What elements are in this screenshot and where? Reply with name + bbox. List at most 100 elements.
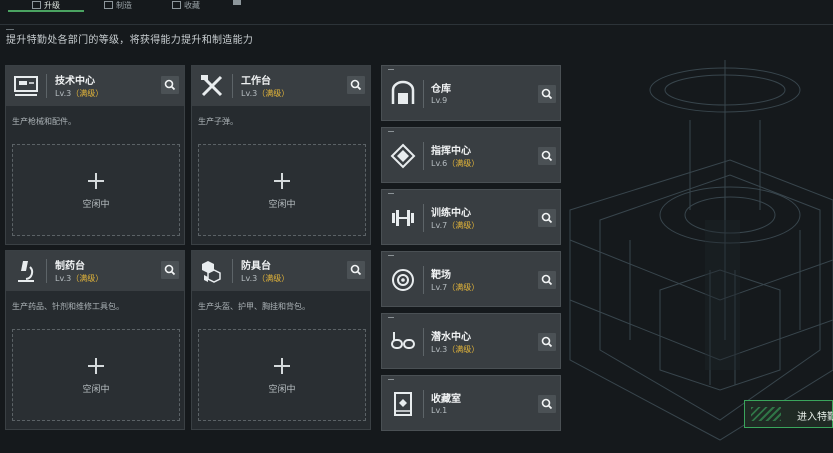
plus-icon bbox=[88, 173, 104, 189]
card-level: Lv.3（满级） bbox=[55, 273, 103, 284]
card-armor-bench[interactable]: 防具台 Lv.3（满级） 生产头盔、护甲、胸挂和背包。 空闲中 bbox=[191, 250, 371, 430]
level-value: Lv.7 bbox=[431, 221, 448, 230]
card-description: 生产枪械和配件。 bbox=[12, 117, 76, 126]
facility-warehouse[interactable]: 仓库 Lv.9 bbox=[381, 65, 561, 121]
card-pharmacy[interactable]: 制药台 Lv.3（满级） 生产药品、针剂和维修工具包。 空闲中 bbox=[5, 250, 185, 430]
search-button[interactable] bbox=[347, 261, 365, 279]
slot-status: 空闲中 bbox=[82, 385, 110, 395]
facility-command-center[interactable]: 指挥中心 Lv.6（满级） bbox=[381, 127, 561, 183]
facility-level: Lv.7（满级） bbox=[431, 220, 479, 231]
card-header: 工作台 Lv.3（满级） bbox=[192, 66, 370, 106]
level-value: Lv.3 bbox=[241, 274, 258, 283]
magnifier-icon bbox=[541, 212, 553, 224]
slot-status: 空闲中 bbox=[268, 385, 296, 395]
production-slot[interactable]: 空闲中 bbox=[12, 144, 180, 236]
craft-icon bbox=[104, 1, 113, 9]
magnifier-icon bbox=[541, 336, 553, 348]
search-button[interactable] bbox=[538, 209, 556, 227]
card-name: 工作台 bbox=[241, 76, 271, 87]
search-button[interactable] bbox=[538, 85, 556, 103]
enter-special-ops-button[interactable]: 进入特勤 bbox=[744, 400, 833, 428]
magnifier-icon bbox=[541, 150, 553, 162]
level-value: Lv.3 bbox=[55, 274, 72, 283]
magnifier-icon bbox=[541, 398, 553, 410]
level-max-note: （满级） bbox=[257, 274, 290, 283]
microscope-icon bbox=[18, 261, 34, 282]
facility-level: Lv.7（满级） bbox=[431, 282, 479, 293]
plus-icon bbox=[274, 358, 290, 374]
search-button[interactable] bbox=[161, 76, 179, 94]
card-divider bbox=[46, 74, 47, 98]
level-value: Lv.3 bbox=[241, 89, 258, 98]
tab-collection[interactable]: 收藏 bbox=[172, 0, 200, 10]
card-workbench[interactable]: 工作台 Lv.3（满级） 生产子弹。 空闲中 bbox=[191, 65, 371, 245]
level-value: Lv.3 bbox=[55, 89, 72, 98]
card-level: Lv.3（满级） bbox=[241, 88, 289, 99]
page-subtitle: 提升特勤处各部门的等级，将获得能力提升和制造能力 bbox=[6, 35, 254, 46]
workbench-tools-icon bbox=[201, 75, 223, 97]
card-divider bbox=[232, 259, 233, 283]
production-slot[interactable]: 空闲中 bbox=[198, 144, 366, 236]
top-tab-bar: 升级 制造 收藏 bbox=[0, 0, 833, 25]
card-tick bbox=[388, 193, 394, 194]
target-icon bbox=[392, 269, 414, 291]
upgrade-icon bbox=[32, 1, 41, 9]
level-value: Lv.9 bbox=[431, 96, 448, 105]
card-description: 生产子弹。 bbox=[198, 117, 238, 126]
facility-training-center[interactable]: 训练中心 Lv.7（满级） bbox=[381, 189, 561, 245]
facility-diving-center[interactable]: 潜水中心 Lv.3（满级） bbox=[381, 313, 561, 369]
search-button[interactable] bbox=[538, 333, 556, 351]
level-max-note: （满级） bbox=[447, 221, 480, 230]
production-slot[interactable]: 空闲中 bbox=[12, 329, 180, 421]
magnifier-icon bbox=[350, 79, 362, 91]
card-divider bbox=[232, 74, 233, 98]
collection-cabinet-icon bbox=[394, 392, 412, 416]
magnifier-icon bbox=[350, 264, 362, 276]
search-button[interactable] bbox=[538, 271, 556, 289]
search-button[interactable] bbox=[347, 76, 365, 94]
warehouse-icon bbox=[391, 80, 415, 104]
tab-craft[interactable]: 制造 bbox=[104, 0, 132, 10]
search-button[interactable] bbox=[161, 261, 179, 279]
section-marker bbox=[6, 29, 14, 30]
card-name: 技术中心 bbox=[55, 76, 95, 87]
tab-extra-icon[interactable] bbox=[233, 0, 241, 5]
facility-name: 训练中心 bbox=[431, 208, 471, 219]
card-description: 生产药品、针剂和维修工具包。 bbox=[12, 302, 124, 311]
tab-upgrade-label: 升级 bbox=[44, 0, 60, 10]
slot-status: 空闲中 bbox=[82, 200, 110, 210]
tab-collection-label: 收藏 bbox=[184, 0, 200, 10]
level-value: Lv.1 bbox=[431, 406, 448, 415]
level-max-note: （满级） bbox=[257, 89, 290, 98]
card-name: 防具台 bbox=[241, 261, 271, 272]
card-tech-center[interactable]: 技术中心 Lv.3（满级） 生产枪械和配件。 空闲中 bbox=[5, 65, 185, 245]
card-header: 防具台 Lv.3（满级） bbox=[192, 251, 370, 291]
tab-craft-label: 制造 bbox=[116, 0, 132, 10]
level-value: Lv.6 bbox=[431, 159, 448, 168]
plus-icon bbox=[274, 173, 290, 189]
chip-icon bbox=[390, 143, 416, 169]
card-divider bbox=[46, 259, 47, 283]
facility-shooting-range[interactable]: 靶场 Lv.7（满级） bbox=[381, 251, 561, 307]
tab-upgrade[interactable]: 升级 bbox=[8, 0, 84, 12]
magnifier-icon bbox=[164, 264, 176, 276]
facility-name: 收藏室 bbox=[431, 394, 461, 405]
production-slot[interactable]: 空闲中 bbox=[198, 329, 366, 421]
card-divider bbox=[423, 80, 424, 108]
facility-level: Lv.1 bbox=[431, 406, 447, 415]
diving-goggles-icon bbox=[391, 332, 415, 349]
facility-name: 潜水中心 bbox=[431, 332, 471, 343]
card-divider bbox=[423, 328, 424, 356]
search-button[interactable] bbox=[538, 395, 556, 413]
armor-boxes-icon bbox=[202, 261, 221, 283]
card-divider bbox=[423, 266, 424, 294]
facility-level: Lv.3（满级） bbox=[431, 344, 479, 355]
level-max-note: （满级） bbox=[71, 89, 104, 98]
level-value: Lv.7 bbox=[431, 283, 448, 292]
card-tick bbox=[388, 255, 394, 256]
search-button[interactable] bbox=[538, 147, 556, 165]
card-divider bbox=[423, 204, 424, 232]
card-header: 技术中心 Lv.3（满级） bbox=[6, 66, 184, 106]
facility-level: Lv.6（满级） bbox=[431, 158, 479, 169]
facility-collection-room[interactable]: 收藏室 Lv.1 bbox=[381, 375, 561, 431]
